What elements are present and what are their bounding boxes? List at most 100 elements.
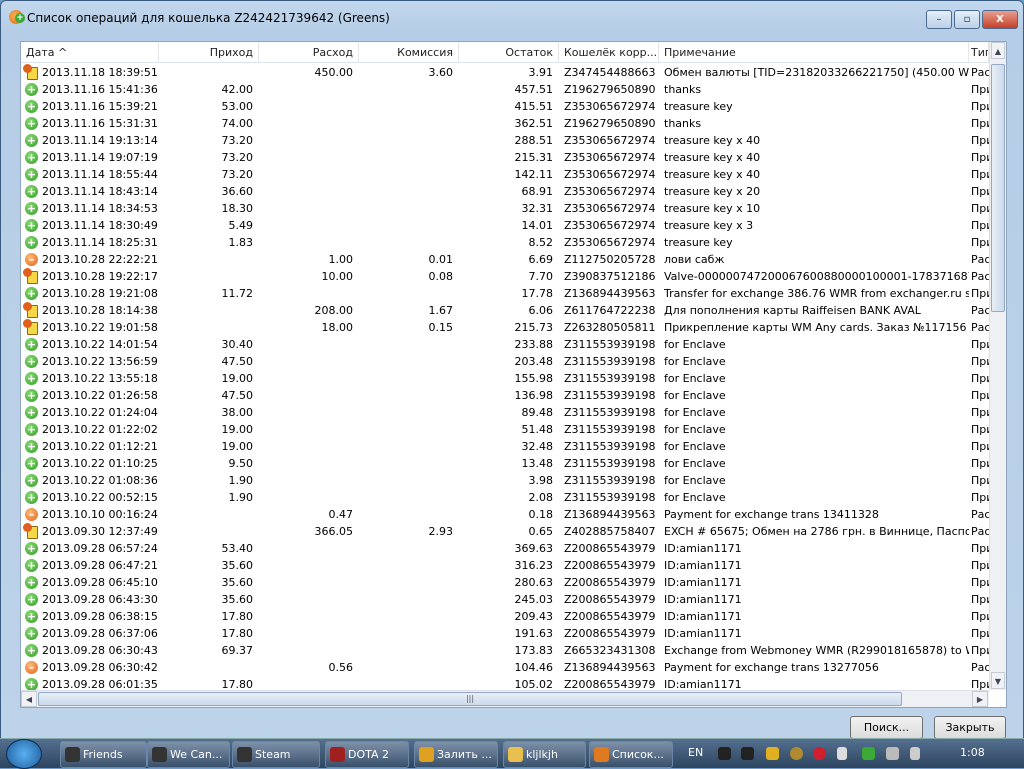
cell-date: 2013.11.14 18:55:44 <box>42 168 158 181</box>
os-tray-icon[interactable] <box>813 747 826 760</box>
tray-app-icon[interactable] <box>766 747 779 760</box>
col-commission[interactable]: Комиссия <box>359 42 459 63</box>
table-row[interactable]: 2013.09.28 06:30:42 0.56 104.46 Z1368944395… <box>21 659 989 676</box>
table-row[interactable]: 2013.09.28 06:30:43 69.37 173.83 Z665323431… <box>21 642 989 659</box>
table-row[interactable]: 2013.09.28 06:47:21 35.60 316.23 Z200865543… <box>21 557 989 574</box>
update-tray-icon[interactable] <box>862 747 875 760</box>
table-row[interactable]: 2013.10.22 01:24:04 38.00 89.48 Z3115539391… <box>21 404 989 421</box>
col-expense[interactable]: Расход <box>259 42 359 63</box>
maximize-button[interactable]: ▫ <box>954 10 980 29</box>
table-row[interactable]: 2013.09.28 06:45:10 35.60 280.63 Z200865543… <box>21 574 989 591</box>
volume-icon[interactable] <box>910 747 920 760</box>
col-balance[interactable]: Остаток <box>459 42 559 63</box>
cell-date: 2013.09.30 12:37:49 <box>42 525 158 538</box>
table-row[interactable]: 2013.10.10 00:16:24 0.47 0.18 Z136894439563… <box>21 506 989 523</box>
table-row[interactable]: 2013.09.28 06:38:15 17.80 209.43 Z200865543… <box>21 608 989 625</box>
table-row[interactable]: 2013.11.16 15:41:36 42.00 457.51 Z196279650… <box>21 81 989 98</box>
close-window-button[interactable]: X <box>982 10 1018 29</box>
table-row[interactable]: 2013.11.18 18:39:51 450.00 3.60 3.91 Z347454… <box>21 64 989 81</box>
table-row[interactable]: 2013.10.22 01:10:25 9.50 13.48 Z31155393919… <box>21 455 989 472</box>
steam-tray-icon[interactable] <box>718 747 731 760</box>
cell-income: 18.30 <box>221 202 254 215</box>
table-row[interactable]: 2013.09.28 06:43:30 35.60 245.03 Z200865543… <box>21 591 989 608</box>
table-row[interactable]: 2013.10.22 00:52:15 1.90 2.08 Z311553939198… <box>21 489 989 506</box>
horizontal-scrollbar[interactable]: ◀ ||| ▶ <box>21 690 989 707</box>
taskbar-app-icon <box>419 747 434 762</box>
table-row[interactable]: 2013.11.14 18:43:14 36.60 68.91 Z3530656729… <box>21 183 989 200</box>
cell-date: 2013.10.22 01:10:25 <box>42 457 158 470</box>
scroll-down-icon[interactable]: ▼ <box>991 672 1005 689</box>
clock[interactable]: 1:08 <box>960 739 985 769</box>
table-row[interactable]: 2013.11.14 18:30:49 5.49 14.01 Z35306567297… <box>21 217 989 234</box>
table-row[interactable]: 2013.10.22 01:12:21 19.00 32.48 Z3115539391… <box>21 438 989 455</box>
flag-icon[interactable] <box>837 747 847 760</box>
table-row[interactable]: 2013.11.16 15:39:21 53.00 415.51 Z353065672… <box>21 98 989 115</box>
table-row[interactable]: 2013.09.28 06:37:06 17.80 191.63 Z200865543… <box>21 625 989 642</box>
income-icon <box>25 610 38 623</box>
table-row[interactable]: 2013.11.16 15:31:31 74.00 362.51 Z196279650… <box>21 115 989 132</box>
table-row[interactable]: 2013.10.22 01:22:02 19.00 51.48 Z3115539391… <box>21 421 989 438</box>
taskbar-item[interactable]: Список... <box>589 741 673 768</box>
table-row[interactable]: 2013.11.14 18:34:53 18.30 32.31 Z3530656729… <box>21 200 989 217</box>
cell-wallet: Z402885758407 <box>564 525 656 538</box>
table-row[interactable]: 2013.10.28 19:22:17 10.00 0.08 7.70 Z3908375… <box>21 268 989 285</box>
table-row[interactable]: 2013.11.14 18:55:44 73.20 142.11 Z353065672… <box>21 166 989 183</box>
cell-note: for Enclave <box>664 372 726 385</box>
cell-income: 38.00 <box>221 406 254 419</box>
cell-date: 2013.10.28 18:14:38 <box>42 304 158 317</box>
taskbar-item[interactable]: Steam <box>232 741 320 768</box>
scroll-right-icon[interactable]: ▶ <box>972 691 988 707</box>
cell-date: 2013.10.22 01:26:58 <box>42 389 158 402</box>
col-income[interactable]: Приход <box>159 42 259 63</box>
minimize-button[interactable]: – <box>926 10 952 29</box>
cell-type: Приход <box>971 185 989 198</box>
search-button[interactable]: Поиск... <box>850 716 923 739</box>
cell-type: Расход <box>971 508 989 521</box>
scroll-up-icon[interactable]: ▲ <box>991 42 1005 59</box>
col-wallet[interactable]: Кошелёк корр... <box>559 42 659 63</box>
cell-wallet: Z665323431308 <box>564 644 656 657</box>
scroll-left-icon[interactable]: ◀ <box>21 691 37 707</box>
close-button[interactable]: Закрыть <box>934 716 1006 739</box>
cell-income: 47.50 <box>221 355 254 368</box>
cell-wallet: Z353065672974 <box>564 151 656 164</box>
table-row[interactable]: 2013.10.22 19:01:58 18.00 0.15 215.73 Z26328… <box>21 319 989 336</box>
taskbar-item[interactable]: kljlkjh <box>503 741 586 768</box>
table-row[interactable]: 2013.10.22 13:55:18 19.00 155.98 Z311553939… <box>21 370 989 387</box>
table-row[interactable]: 2013.10.28 19:21:08 11.72 17.78 Z1368944395… <box>21 285 989 302</box>
cell-wallet: Z200865543979 <box>564 593 656 606</box>
steam-tray-icon-2[interactable] <box>741 747 754 760</box>
cell-balance: 32.48 <box>521 440 554 453</box>
language-indicator[interactable]: EN <box>688 739 703 769</box>
cell-note: treasure key x 10 <box>664 202 761 215</box>
taskbar-item[interactable]: We Can... <box>147 741 230 768</box>
table-row[interactable]: 2013.10.28 18:14:38 208.00 1.67 6.06 Z611764… <box>21 302 989 319</box>
taskbar-item[interactable]: DOTA 2 <box>325 741 409 768</box>
table-row[interactable]: 2013.11.14 19:13:14 73.20 288.51 Z353065672… <box>21 132 989 149</box>
col-date[interactable]: Дата ^ <box>21 42 159 63</box>
cell-expense: 0.56 <box>328 661 354 674</box>
col-note[interactable]: Примечание <box>659 42 969 63</box>
table-row[interactable]: 2013.10.22 14:01:54 30.40 233.88 Z311553939… <box>21 336 989 353</box>
col-type[interactable]: Тип <box>969 42 989 63</box>
cell-date: 2013.10.28 19:22:17 <box>42 270 158 283</box>
webmoney-tray-icon[interactable] <box>790 747 803 760</box>
horizontal-scroll-thumb[interactable]: ||| <box>38 692 902 706</box>
table-row[interactable]: 2013.10.28 22:22:21 1.00 0.01 6.69 Z11275020… <box>21 251 989 268</box>
cell-wallet: Z311553939198 <box>564 457 656 470</box>
vertical-scrollbar[interactable]: ▲ ▼ <box>989 42 1006 690</box>
table-row[interactable]: 2013.10.22 13:56:59 47.50 203.48 Z311553939… <box>21 353 989 370</box>
taskbar-item[interactable]: Friends <box>60 741 147 768</box>
table-row[interactable]: 2013.10.22 01:08:36 1.90 3.98 Z311553939198… <box>21 472 989 489</box>
table-row[interactable]: 2013.10.22 01:26:58 47.50 136.98 Z311553939… <box>21 387 989 404</box>
cell-income: 73.20 <box>221 134 254 147</box>
start-button[interactable] <box>6 739 42 769</box>
cell-type: Приход <box>971 100 989 113</box>
table-row[interactable]: 2013.09.30 12:37:49 366.05 2.93 0.65 Z402885… <box>21 523 989 540</box>
table-row[interactable]: 2013.11.14 19:07:19 73.20 215.31 Z353065672… <box>21 149 989 166</box>
network-icon[interactable] <box>886 747 899 760</box>
table-row[interactable]: 2013.09.28 06:57:24 53.40 369.63 Z200865543… <box>21 540 989 557</box>
taskbar-item[interactable]: Залить ... <box>414 741 498 768</box>
table-row[interactable]: 2013.11.14 18:25:31 1.83 8.52 Z353065672974… <box>21 234 989 251</box>
vertical-scroll-thumb[interactable] <box>991 64 1005 312</box>
